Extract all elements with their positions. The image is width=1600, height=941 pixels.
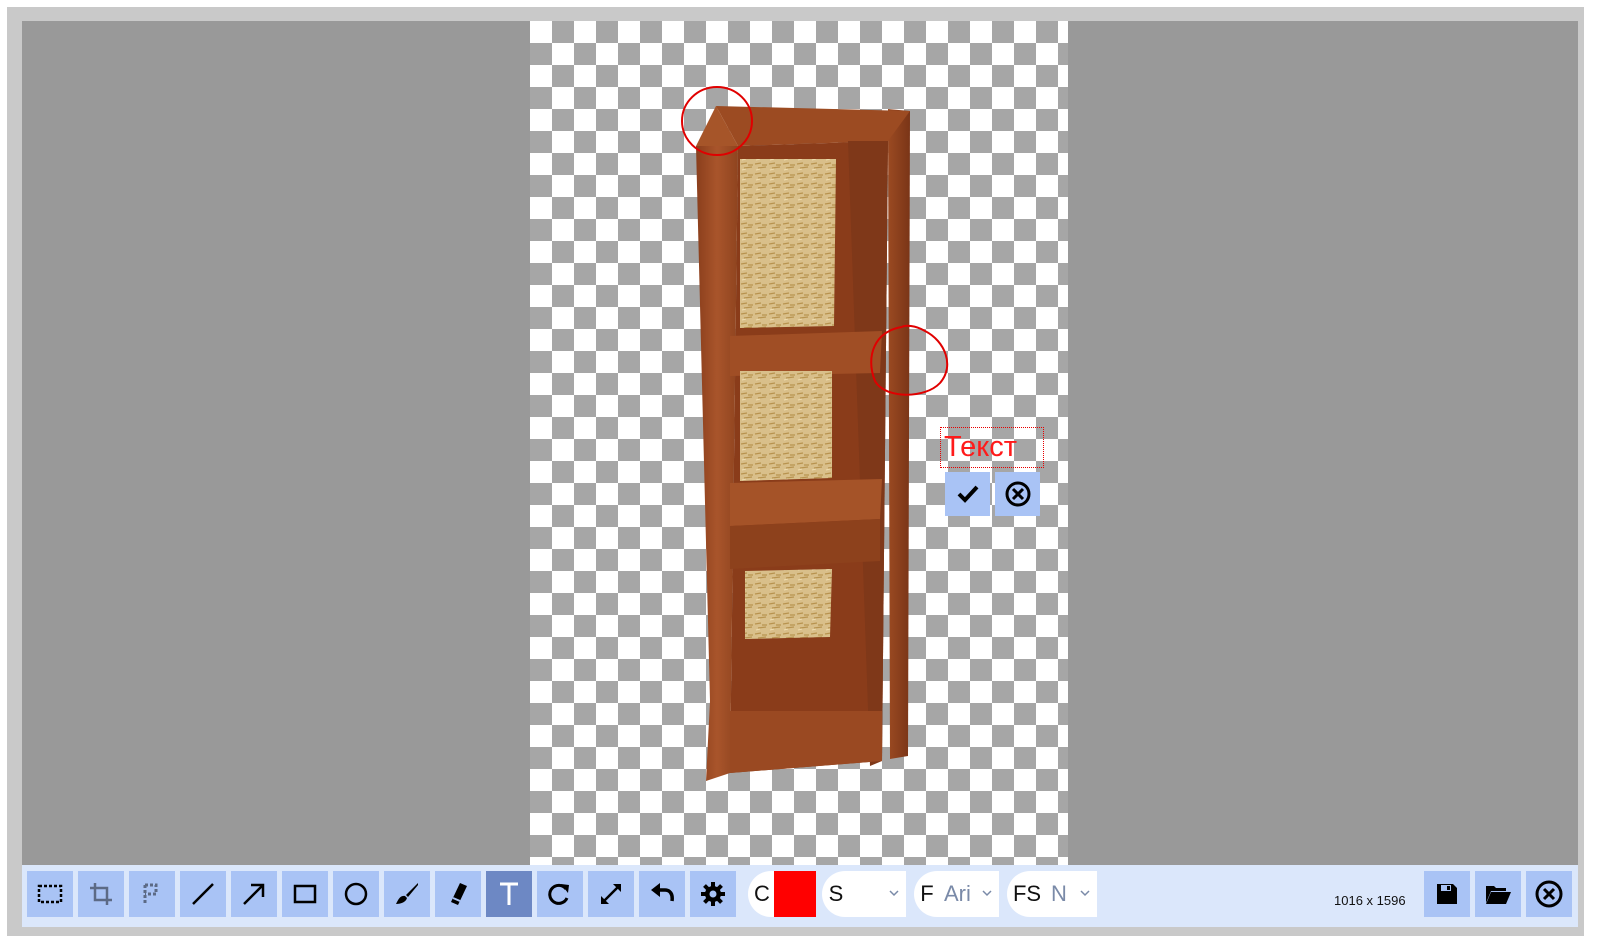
crop-icon [90,883,112,905]
line-icon [192,883,214,905]
size-select[interactable] [848,871,906,917]
color-picker[interactable] [774,871,816,917]
text-icon [500,882,518,905]
rectangle-icon [293,884,317,904]
cancel-text-button[interactable] [995,472,1040,516]
font-value: Ari [944,881,971,906]
eraser-icon [451,883,467,905]
undo-button[interactable] [639,871,685,917]
close-editor-button[interactable] [1526,871,1572,917]
rectangle-tool-button[interactable] [282,871,328,917]
color-label: C [754,881,770,906]
line-tool-button[interactable] [180,871,226,917]
settings-button[interactable] [690,871,736,917]
resize-button[interactable] [588,871,634,917]
arrow-icon [243,883,265,905]
size-label: S [828,881,844,906]
close-circle-icon [1535,880,1563,908]
chevron-down-icon [982,890,992,897]
undo-icon [651,883,674,902]
font-size-select[interactable]: N [1045,871,1097,917]
brush-tool-button[interactable] [384,871,430,917]
font-label: F [920,881,934,906]
select-tool-button[interactable] [27,871,73,917]
check-icon [957,485,978,503]
circle-icon [344,882,368,906]
crop-tool-button[interactable] [78,871,124,917]
redo-rotate-icon [548,883,569,905]
chevron-down-icon [889,890,899,897]
close-circle-icon [1005,481,1030,507]
open-button[interactable] [1475,871,1521,917]
text-tool-button[interactable] [486,871,532,917]
save-button[interactable] [1424,871,1470,917]
arrow-tool-button[interactable] [231,871,277,917]
selection-icon [37,884,63,904]
brush-icon [396,883,418,904]
folder-open-icon [1486,886,1511,904]
confirm-text-button[interactable] [945,472,990,516]
ellipse-tool-button[interactable] [333,871,379,917]
eraser-tool-button[interactable] [435,871,481,917]
image-dimensions: 1016 x 1596 [1334,893,1406,908]
font-size-value: N [1051,881,1067,906]
save-icon [1437,884,1457,904]
chevron-down-icon [1080,890,1090,897]
font-size-label: FS [1012,881,1042,906]
gear-icon [701,882,725,906]
pixelate-tool-button[interactable] [129,871,175,917]
resize-icon [601,884,621,904]
text-annotation[interactable]: Текст [940,427,1044,468]
rotate-button[interactable] [537,871,583,917]
font-select[interactable]: Ari [938,871,999,917]
pixelate-icon [143,883,158,904]
